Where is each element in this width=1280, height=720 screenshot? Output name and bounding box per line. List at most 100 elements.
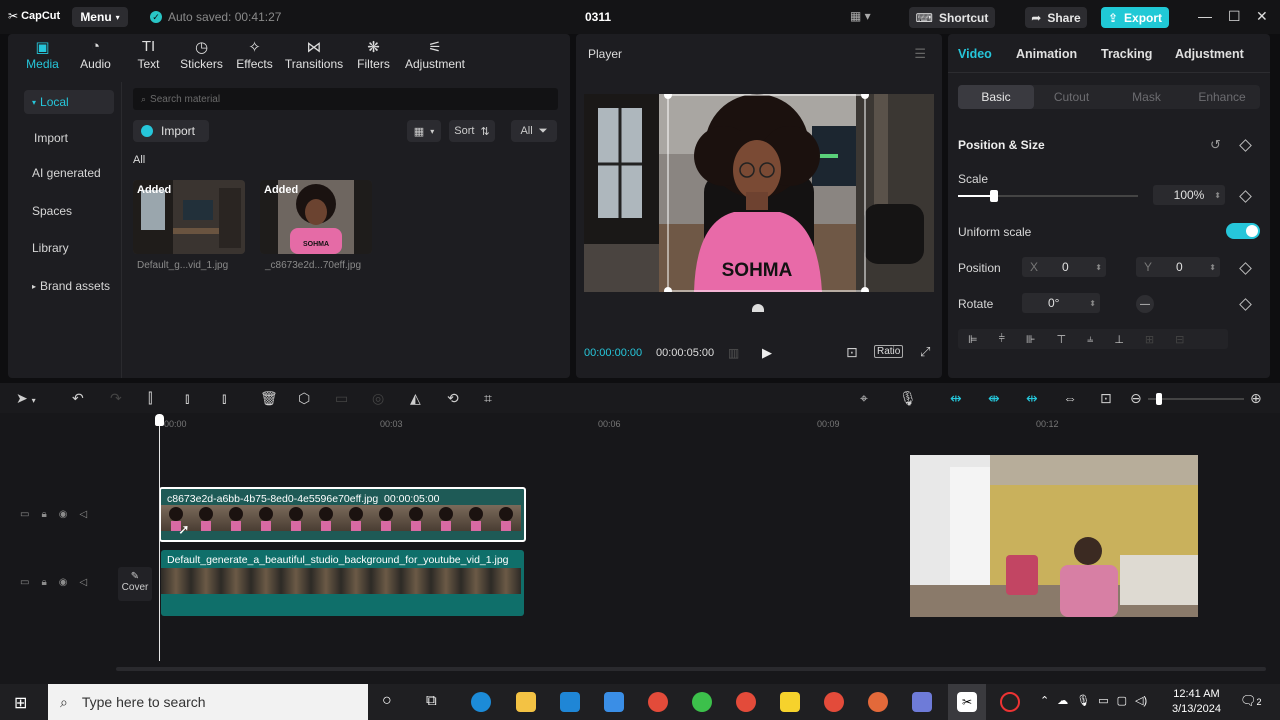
keyframe-icon[interactable] <box>1239 190 1252 203</box>
app-icon[interactable] <box>912 692 932 712</box>
ratio-button[interactable]: Ratio <box>874 345 904 358</box>
fullscreen-fit-icon[interactable]: ⊡ <box>846 344 858 361</box>
uniform-scale-toggle[interactable] <box>1226 223 1260 239</box>
sidebar-item-spaces[interactable]: Spaces <box>24 199 114 223</box>
share-button[interactable]: ➦ Share <box>1025 7 1087 28</box>
tab-media[interactable]: ▣ Media <box>16 37 69 71</box>
select-tool-icon[interactable]: ➤ ▾ <box>16 390 36 407</box>
mark-icon[interactable]: ⬡ <box>298 390 310 407</box>
play-icon[interactable]: ▶ <box>762 345 772 361</box>
rotate-input[interactable]: 0° ⬍ <box>1022 293 1100 313</box>
file-explorer-icon[interactable] <box>516 692 536 712</box>
taskbar-search-input[interactable]: ⌕ Type here to search <box>48 684 368 720</box>
minimize-icon[interactable]: — <box>1198 8 1212 24</box>
subtab-mask[interactable]: Mask <box>1109 85 1184 109</box>
reset-icon[interactable]: ↺ <box>1210 137 1221 153</box>
tab-animation[interactable]: Animation <box>1016 47 1077 61</box>
network-icon[interactable]: ☁ <box>1057 694 1068 707</box>
undo-icon[interactable]: ↶ <box>72 390 84 407</box>
subtab-enhance[interactable]: Enhance <box>1184 85 1260 109</box>
zoom-slider[interactable] <box>1148 393 1244 405</box>
edge-icon[interactable] <box>471 692 491 712</box>
split-icon[interactable]: ⫿ <box>148 390 152 407</box>
zoom-in-icon[interactable]: ⊕ <box>1250 390 1262 407</box>
windows-start-icon[interactable]: ⊞ <box>14 693 27 713</box>
scale-slider-handle[interactable] <box>990 190 998 202</box>
align-top-icon[interactable]: ⊤ <box>1057 333 1067 346</box>
maximize-icon[interactable]: ☐ <box>1228 8 1241 25</box>
split-right-icon[interactable]: ⫾ <box>222 390 226 407</box>
clip-character[interactable]: c8673e2d-a6bb-4b75-8ed0-4e5596e70eff.jpg… <box>159 487 526 542</box>
menu-button[interactable]: Menu ▾ <box>72 7 128 27</box>
tab-effects[interactable]: ✧ Effects <box>228 37 281 71</box>
align-center-h-icon[interactable]: ⫩ <box>999 333 1005 346</box>
chrome-icon[interactable] <box>648 692 668 712</box>
tab-filters[interactable]: ❋ Filters <box>347 37 400 71</box>
cover-button[interactable]: ✎ Cover <box>118 567 152 601</box>
playhead-handle[interactable] <box>155 414 164 426</box>
zoom-out-icon[interactable]: ⊖ <box>1130 390 1142 407</box>
align-right-icon[interactable]: ⊪ <box>1026 333 1036 346</box>
rotate-handle-icon[interactable] <box>752 304 764 312</box>
tab-audio[interactable]: ◔ Audio <box>69 37 122 71</box>
notifications-icon[interactable]: 🗨︎2 <box>1240 693 1262 709</box>
position-x-input[interactable]: X 0 ⬍ <box>1022 257 1106 277</box>
align-left-icon[interactable]: ⊫ <box>968 333 978 346</box>
stepper-icon[interactable]: ⬍ <box>1095 263 1102 272</box>
sidebar-item-brand-assets[interactable]: ▸ Brand assets <box>24 274 114 298</box>
keyframe-icon[interactable] <box>1239 139 1252 152</box>
sidebar-item-local[interactable]: ▾ Local <box>24 90 114 114</box>
eye-icon[interactable]: ◉ <box>59 577 68 588</box>
sidebar-item-ai-generated[interactable]: AI generated <box>24 161 114 185</box>
align-center-v-icon[interactable]: ⫨ <box>1087 333 1093 346</box>
preview-axis-icon[interactable]: ⇔ <box>1063 390 1077 406</box>
keyframe-icon[interactable] <box>1239 298 1252 311</box>
player-canvas[interactable]: SOHMA <box>584 94 934 292</box>
media-item-studio[interactable]: Added <box>133 180 245 254</box>
stepper-icon[interactable]: ⬍ <box>1214 191 1221 200</box>
subtab-cutout[interactable]: Cutout <box>1034 85 1109 109</box>
distribute-h-icon[interactable]: ⊞ <box>1145 333 1154 346</box>
layout-icon[interactable]: ▦ ▾ <box>850 9 871 23</box>
tab-adjustment-inspector[interactable]: Adjustment <box>1175 47 1244 61</box>
tab-adjustment[interactable]: ⚟ Adjustment <box>400 37 470 71</box>
waveform-icon[interactable]: ▥ <box>728 346 739 360</box>
import-button[interactable]: Import <box>133 120 209 142</box>
tab-video[interactable]: Video <box>958 47 992 61</box>
lock-icon[interactable]: 🔒︎ <box>41 577 46 588</box>
tab-stickers[interactable]: ◷ Stickers <box>175 37 228 71</box>
timeline-scrollbar[interactable] <box>116 667 1266 671</box>
track-toggle-icon[interactable]: ▭ <box>20 509 29 520</box>
filter-button[interactable]: All ⏷ <box>511 120 557 142</box>
taskbar-clock[interactable]: 12:41 AM 3/13/2024 <box>1172 687 1221 717</box>
link-track-icon[interactable]: ⇹ <box>950 390 962 407</box>
view-toggle[interactable]: ▦ ▾ <box>407 120 441 142</box>
rotate-dial[interactable]: — <box>1136 295 1154 313</box>
media-item-character[interactable]: SOHMA Added <box>260 180 372 254</box>
sidebar-item-import[interactable]: Import <box>24 126 114 150</box>
sort-button[interactable]: Sort ⇅ <box>449 120 495 142</box>
volume-icon[interactable]: ◁) <box>1135 694 1147 707</box>
battery-icon[interactable]: ▭ <box>1098 694 1108 707</box>
delete-icon[interactable]: 🗑 <box>260 390 278 407</box>
speaker-icon[interactable]: ◁ <box>80 577 88 588</box>
sticky-notes-icon[interactable] <box>780 692 800 712</box>
cortana-icon[interactable]: ○ <box>382 692 392 710</box>
split-left-icon[interactable]: ⫾ <box>185 390 189 407</box>
display-icon[interactable]: ▢ <box>1117 694 1127 707</box>
speaker-icon[interactable]: ◁ <box>80 509 88 520</box>
chrome-icon[interactable] <box>736 692 756 712</box>
store-icon[interactable] <box>560 692 580 712</box>
tab-text[interactable]: TI Text <box>122 37 175 71</box>
mail-icon[interactable] <box>604 692 624 712</box>
export-button[interactable]: ⇪ Export <box>1101 7 1169 28</box>
search-input[interactable]: ⌕ Search material <box>133 88 558 110</box>
app-green-icon[interactable] <box>692 692 712 712</box>
microphone-icon[interactable]: 🎙 <box>899 390 917 407</box>
position-y-input[interactable]: Y 0 ⬍ <box>1136 257 1220 277</box>
crop-icon[interactable]: ⌗ <box>484 390 492 407</box>
chevron-up-icon[interactable]: ⌃ <box>1040 694 1049 707</box>
capcut-taskbar-active[interactable]: ✂ <box>948 684 986 720</box>
keyframe-icon[interactable] <box>1239 262 1252 275</box>
project-title[interactable]: 0311 <box>585 10 611 24</box>
